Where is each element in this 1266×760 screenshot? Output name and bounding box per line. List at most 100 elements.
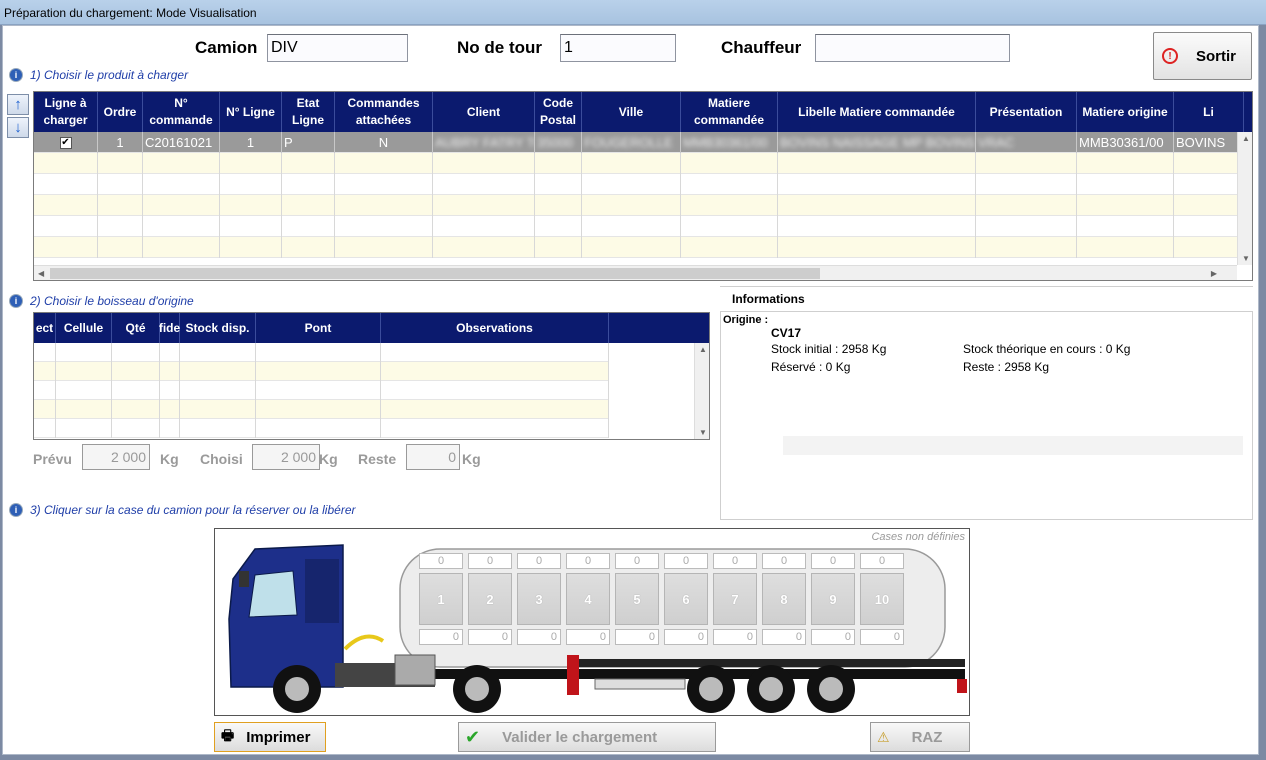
- column-header[interactable]: Qté: [112, 313, 160, 343]
- compartment-7[interactable]: 7: [713, 573, 757, 625]
- column-header[interactable]: Ligne à charger: [34, 92, 98, 132]
- table-cell: [180, 381, 256, 400]
- load-checkbox[interactable]: ✔: [59, 136, 72, 149]
- table-cell: [976, 216, 1077, 237]
- move-down-button[interactable]: ↓: [7, 117, 29, 138]
- table-row[interactable]: [34, 343, 609, 362]
- compartment-top-value: 0: [615, 553, 659, 569]
- compartment-9[interactable]: 9: [811, 573, 855, 625]
- table-cell: [381, 343, 609, 362]
- compartment-8[interactable]: 8: [762, 573, 806, 625]
- table-cell: [112, 400, 160, 419]
- column-header[interactable]: Commandes attachées: [335, 92, 433, 132]
- camion-field[interactable]: DIV: [267, 34, 408, 62]
- print-button[interactable]: 🖶 Imprimer: [214, 722, 326, 752]
- compartment-top-value: 0: [762, 553, 806, 569]
- table-cell: [681, 174, 778, 195]
- compartment-3[interactable]: 3: [517, 573, 561, 625]
- table-cell: [976, 195, 1077, 216]
- column-header[interactable]: Libelle Matiere commandée: [778, 92, 976, 132]
- hscroll-thumb[interactable]: [50, 268, 820, 279]
- table-cell: [1077, 195, 1174, 216]
- products-hscroll[interactable]: ◀ ▶: [34, 265, 1237, 280]
- battery-box: [394, 654, 436, 686]
- raz-button[interactable]: ⚠ RAZ: [870, 722, 970, 752]
- prevu-unit: Kg: [160, 451, 179, 467]
- table-cell: [143, 153, 220, 174]
- cell-presentation: VRAC: [978, 135, 1015, 150]
- info-separator: [720, 286, 1253, 287]
- table-cell: [34, 381, 56, 400]
- column-header[interactable]: N° commande: [143, 92, 220, 132]
- column-header[interactable]: Cellule: [56, 313, 112, 343]
- table-row[interactable]: [34, 362, 609, 381]
- table-row[interactable]: [34, 381, 609, 400]
- tour-field[interactable]: 1: [560, 34, 676, 62]
- table-row[interactable]: [34, 174, 1244, 195]
- table-cell: [976, 237, 1077, 258]
- compartment-top-value: 0: [713, 553, 757, 569]
- sortir-button[interactable]: ! Sortir: [1153, 32, 1252, 80]
- camion-label: Camion: [195, 38, 258, 57]
- info-stock-initial: Stock initial : 2958 Kg: [771, 342, 887, 356]
- compartment-top-value: 0: [664, 553, 708, 569]
- table-cell: [180, 343, 256, 362]
- column-header[interactable]: Ordre: [98, 92, 143, 132]
- boisseau-vscroll[interactable]: ▲ ▼: [694, 343, 709, 439]
- compartment-6[interactable]: 6: [664, 573, 708, 625]
- compartment-2[interactable]: 2: [468, 573, 512, 625]
- column-header[interactable]: ect: [34, 313, 56, 343]
- table-cell: [34, 216, 98, 237]
- column-header[interactable]: Etat Ligne: [282, 92, 335, 132]
- column-header[interactable]: Code Postal: [535, 92, 582, 132]
- info-icon: i: [10, 69, 22, 81]
- move-up-button[interactable]: ↑: [7, 94, 29, 115]
- column-header[interactable]: Client: [433, 92, 535, 132]
- column-header[interactable]: Présentation: [976, 92, 1077, 132]
- validate-button[interactable]: ✔ Valider le chargement: [458, 722, 716, 752]
- table-cell: [1174, 237, 1244, 258]
- table-cell: [98, 237, 143, 258]
- column-header[interactable]: Li: [1174, 92, 1244, 132]
- column-header[interactable]: Matiere origine: [1077, 92, 1174, 132]
- app-window: Préparation du chargement: Mode Visualis…: [0, 0, 1266, 760]
- table-cell: [180, 400, 256, 419]
- table-row[interactable]: ✔ 1 C20161021 1 P N AUBRY FATRY TOUTOU35000 FOU…: [34, 132, 1244, 153]
- table-cell: [160, 362, 180, 381]
- compartment-10[interactable]: 10: [860, 573, 904, 625]
- table-row[interactable]: [34, 400, 609, 419]
- rear-light-post: [567, 655, 579, 695]
- products-vscroll[interactable]: ▲ ▼: [1237, 132, 1252, 265]
- chauffeur-field[interactable]: [815, 34, 1010, 62]
- compartment-1[interactable]: 1: [419, 573, 463, 625]
- table-cell: [335, 216, 433, 237]
- column-header[interactable]: Stock disp.: [180, 313, 256, 343]
- products-grid[interactable]: Ligne à charger Ordre N° commande N° Ligne E…: [33, 91, 1253, 281]
- table-cell: [56, 400, 112, 419]
- table-row[interactable]: [34, 237, 1244, 258]
- table-row[interactable]: [34, 153, 1244, 174]
- compartment-4[interactable]: 4: [566, 573, 610, 625]
- table-cell: [381, 400, 609, 419]
- column-header[interactable]: N° Ligne: [220, 92, 282, 132]
- table-cell: 1: [98, 132, 143, 153]
- table-row[interactable]: [34, 419, 609, 438]
- cell-client: AUBRY FATRY TOUTOU: [435, 135, 535, 150]
- column-header[interactable]: Observations: [381, 313, 609, 343]
- column-header[interactable]: Matiere commandée: [681, 92, 778, 132]
- checkmark-icon: ✔: [465, 726, 481, 747]
- table-cell: [56, 381, 112, 400]
- info-stock-theorique: Stock théorique en cours : 0 Kg: [963, 342, 1131, 356]
- table-cell: [381, 362, 609, 381]
- column-header[interactable]: Pont: [256, 313, 381, 343]
- table-cell: [1077, 153, 1174, 174]
- column-header[interactable]: fide: [159, 313, 180, 343]
- table-row[interactable]: [34, 195, 1244, 216]
- table-row[interactable]: [34, 216, 1244, 237]
- column-header[interactable]: Ville: [582, 92, 681, 132]
- boisseau-grid[interactable]: ect Cellule Qté fide Stock disp. Pont Observat…: [33, 312, 710, 440]
- table-cell: [976, 153, 1077, 174]
- table-cell: N: [335, 132, 433, 153]
- cell-libelle: BOVINS NAISSAGE MP BOVINS: [780, 135, 975, 150]
- compartment-5[interactable]: 5: [615, 573, 659, 625]
